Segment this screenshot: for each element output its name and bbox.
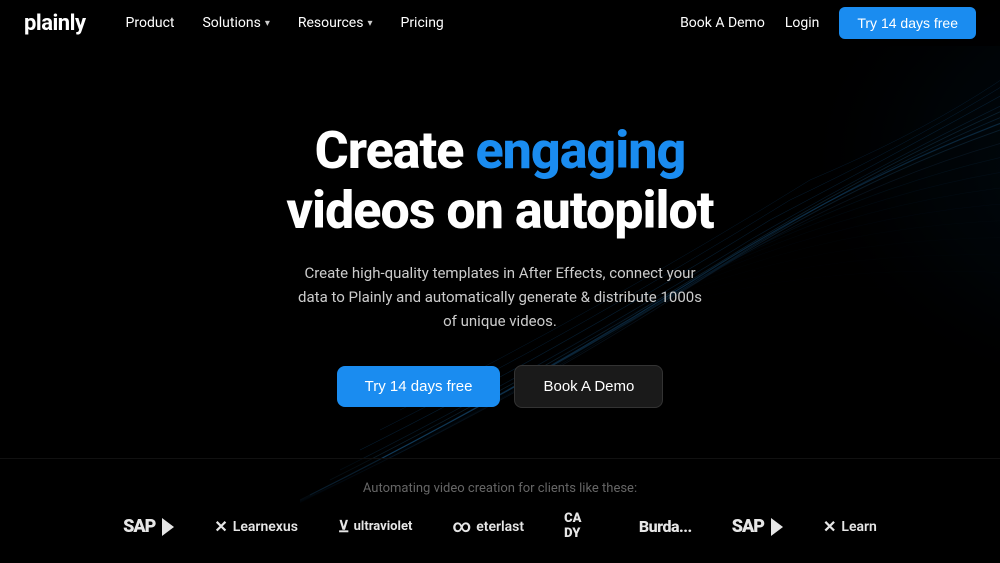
learnexus2-x-icon: ✕ bbox=[823, 517, 836, 536]
client-logo-learnexus2: ✕ Learn bbox=[823, 517, 877, 536]
brand-logo[interactable]: plainly bbox=[24, 11, 86, 36]
client-logo-sap: SAP bbox=[123, 516, 174, 537]
sap2-arrow-icon bbox=[771, 518, 783, 536]
clients-label: Automating video creation for clients li… bbox=[363, 481, 637, 496]
nav-pricing[interactable]: Pricing bbox=[400, 15, 443, 31]
ultraviolet-icon: ⊻ bbox=[338, 517, 350, 536]
solutions-chevron-icon: ▾ bbox=[265, 18, 270, 29]
nav-resources[interactable]: Resources ▾ bbox=[298, 15, 373, 31]
hero-subtext: Create high-quality templates in After E… bbox=[290, 261, 710, 333]
client-logo-ultraviolet: ⊻ ultraviolet bbox=[338, 517, 412, 536]
sap-arrow-icon bbox=[162, 518, 174, 536]
hero-cta-primary[interactable]: Try 14 days free bbox=[337, 366, 501, 407]
headline-text-videos: videos on autopilot bbox=[286, 180, 713, 241]
nav-cta-button[interactable]: Try 14 days free bbox=[839, 7, 976, 39]
resources-chevron-icon: ▾ bbox=[367, 18, 372, 29]
headline-accent: engaging bbox=[475, 120, 685, 181]
clients-section: Automating video creation for clients li… bbox=[0, 458, 1000, 563]
eterlast-icon: ∞ bbox=[452, 516, 471, 537]
clients-logos: SAP ✕ Learnexus ⊻ ultraviolet ∞ eterlast… bbox=[0, 512, 1000, 541]
nav-product[interactable]: Product bbox=[126, 15, 175, 31]
nav-login[interactable]: Login bbox=[785, 15, 820, 31]
hero-cta-secondary[interactable]: Book A Demo bbox=[514, 365, 663, 408]
navbar: plainly Product Solutions ▾ Resources ▾ … bbox=[0, 0, 1000, 46]
learnexus-x-icon: ✕ bbox=[214, 517, 227, 536]
headline-text-create: Create bbox=[315, 120, 476, 181]
nav-links: Product Solutions ▾ Resources ▾ Pricing bbox=[126, 15, 681, 31]
client-logo-burda: Burda... bbox=[639, 517, 692, 536]
client-logo-cady: CA DY bbox=[564, 512, 599, 541]
nav-book-demo[interactable]: Book A Demo bbox=[680, 15, 765, 31]
client-logo-learnexus: ✕ Learnexus bbox=[214, 517, 298, 536]
nav-solutions[interactable]: Solutions ▾ bbox=[202, 15, 269, 31]
nav-right: Book A Demo Login Try 14 days free bbox=[680, 7, 976, 39]
client-logo-sap2: SAP bbox=[732, 516, 783, 537]
hero-buttons: Try 14 days free Book A Demo bbox=[337, 365, 664, 408]
hero-headline: Create engaging videos on autopilot bbox=[286, 121, 713, 241]
client-logo-eterlast: ∞ eterlast bbox=[452, 516, 524, 537]
